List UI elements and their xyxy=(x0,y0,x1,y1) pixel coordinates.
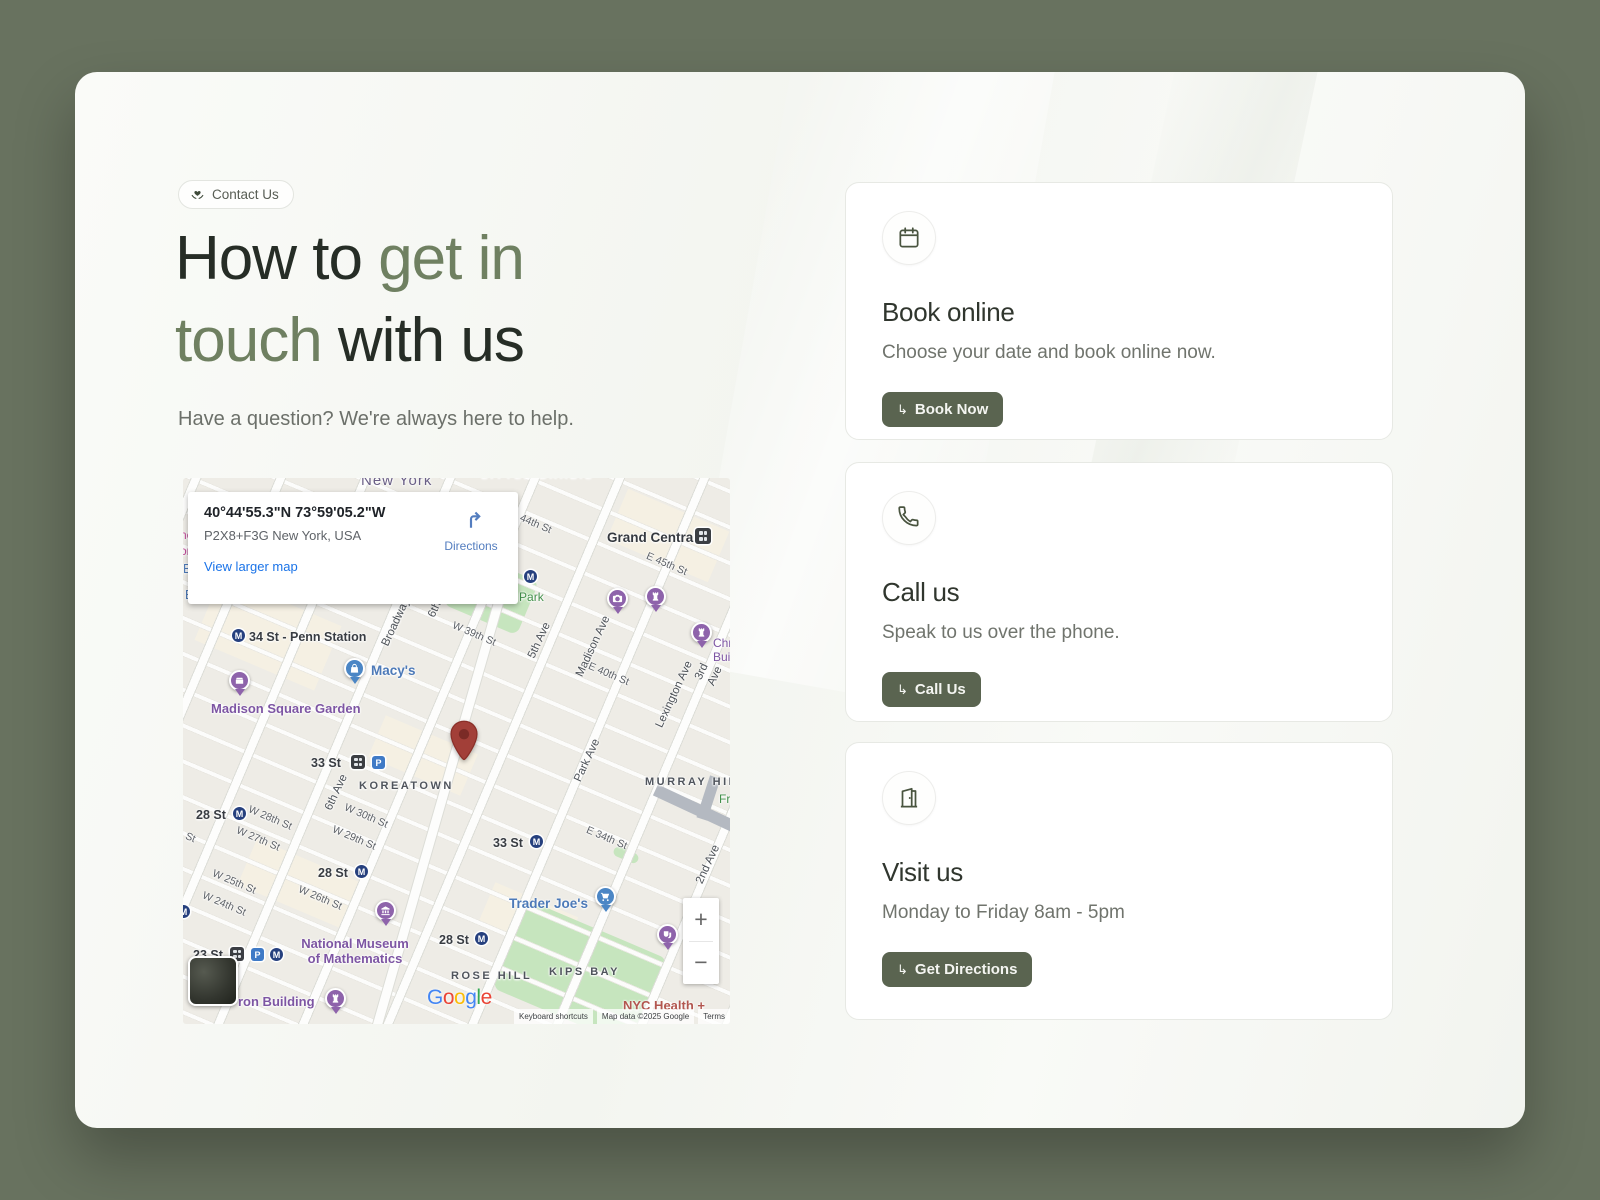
card-title: Visit us xyxy=(882,857,1356,888)
page-subtitle: Have a question? We're always here to he… xyxy=(178,408,574,431)
camera-pin[interactable] xyxy=(607,588,628,609)
google-logo[interactable]: Google xyxy=(427,986,492,1010)
map-label: LITTLE BRAZIL xyxy=(481,478,594,482)
book-online-card: Book online Choose your date and book on… xyxy=(845,182,1393,440)
arrow-icon: ↳ xyxy=(897,402,908,418)
map-label: Fre xyxy=(719,792,730,806)
parking-icon[interactable]: P xyxy=(372,756,385,769)
zoom-out-button[interactable]: − xyxy=(683,942,719,985)
map-label: Trader Joe's xyxy=(509,896,588,912)
map-zoom-control: + − xyxy=(683,898,719,984)
content-panel: Contact Us How to get intouch with us Ha… xyxy=(75,72,1525,1128)
card-body: Speak to us over the phone. xyxy=(882,622,1356,644)
metro-icon[interactable]: M xyxy=(524,570,537,583)
path-icon[interactable] xyxy=(695,528,711,544)
zoom-in-button[interactable]: + xyxy=(683,898,719,941)
keyboard-shortcuts-link[interactable]: Keyboard shortcuts xyxy=(514,1009,593,1024)
tower-pin[interactable] xyxy=(645,586,666,607)
map-label: W 26th St xyxy=(296,883,343,912)
arrow-icon: ↳ xyxy=(897,962,908,978)
contact-us-badge: Contact Us xyxy=(178,180,294,209)
museum-pin[interactable] xyxy=(375,900,396,921)
metro-icon[interactable]: M xyxy=(530,835,543,848)
heart-hands-icon xyxy=(190,187,205,202)
metro-icon[interactable]: M xyxy=(183,905,190,918)
map-label: Broadway xyxy=(380,597,414,649)
arena-pin[interactable] xyxy=(229,670,250,691)
map-label: 34 St - Penn Station xyxy=(249,630,366,645)
map-label: W 27th St xyxy=(234,824,281,853)
path-icon[interactable] xyxy=(351,755,365,769)
map-data-label: Map data ©2025 Google xyxy=(597,1009,694,1024)
directions-button[interactable]: Directions xyxy=(438,505,504,553)
parking-icon[interactable]: P xyxy=(251,948,264,961)
theater-pin[interactable] xyxy=(657,924,678,945)
map-label: Madison Square Garden xyxy=(211,701,361,716)
map-label: W 28th St xyxy=(246,803,293,832)
street-view-thumbnail[interactable] xyxy=(188,956,238,1006)
directions-icon xyxy=(458,505,484,531)
map-label: New York xyxy=(361,478,432,490)
book-now-button[interactable]: ↳Book Now xyxy=(882,392,1003,427)
map-label: W 29th St xyxy=(330,823,377,852)
google-map-embed[interactable]: New YorkLITTLE BRAZILneorBElectronics an… xyxy=(183,478,730,1024)
map-info-card: 40°44'55.3"N 73°59'05.2"W P2X8+F3G New Y… xyxy=(188,492,518,604)
metro-icon[interactable]: M xyxy=(270,948,283,961)
map-label: National Museum of Mathematics xyxy=(291,936,419,967)
visit-us-card: Visit us Monday to Friday 8am - 5pm ↳Get… xyxy=(845,742,1393,1020)
map-label: h St xyxy=(183,827,197,846)
map-label: 44th St xyxy=(518,512,553,536)
cart-pin[interactable] xyxy=(595,886,616,907)
map-label: Grand Central xyxy=(607,530,697,546)
map-label: 28 St xyxy=(196,808,226,823)
tower-pin[interactable] xyxy=(325,988,346,1009)
tower-pin[interactable] xyxy=(691,622,712,643)
map-label: 28 St xyxy=(318,866,348,881)
map-label: E 45th St xyxy=(644,550,689,578)
terms-link[interactable]: Terms xyxy=(698,1009,730,1024)
map-label: 33 St xyxy=(311,756,341,771)
metro-icon[interactable]: M xyxy=(355,865,368,878)
get-directions-button[interactable]: ↳Get Directions xyxy=(882,952,1032,987)
map-label: ROSE HILL xyxy=(451,970,532,983)
map-label: E 34th St xyxy=(584,824,629,852)
map-label: 5th Ave xyxy=(526,621,554,661)
map-label: 2nd Ave xyxy=(694,843,724,886)
door-icon xyxy=(882,771,936,825)
map-label: KOREATOWN xyxy=(359,780,454,793)
map-label: Macy's xyxy=(371,663,416,679)
map-label: W 39th St xyxy=(450,619,497,648)
map-label: Lexington Ave xyxy=(654,659,697,730)
card-body: Choose your date and book online now. xyxy=(882,342,1356,364)
map-label: MURRAY HILL xyxy=(645,776,730,789)
map-label: ron Building xyxy=(238,994,315,1009)
directions-label: Directions xyxy=(438,539,504,553)
map-label: W 30th St xyxy=(342,801,389,830)
metro-icon[interactable]: M xyxy=(232,629,245,642)
map-label: W 25th St xyxy=(210,867,257,896)
map-label: 33 St xyxy=(493,836,523,851)
metro-icon[interactable]: M xyxy=(475,932,488,945)
location-marker[interactable] xyxy=(449,720,479,767)
page-title: How to get intouch with us xyxy=(175,218,735,382)
card-title: Book online xyxy=(882,297,1356,328)
card-title: Call us xyxy=(882,577,1356,608)
map-label: Park Ave xyxy=(572,737,604,784)
call-us-button[interactable]: ↳Call Us xyxy=(882,672,981,707)
map-attribution: Keyboard shortcuts Map data ©2025 Google… xyxy=(514,1009,730,1024)
map-label: 28 St xyxy=(439,933,469,948)
calendar-icon xyxy=(882,211,936,265)
badge-label: Contact Us xyxy=(212,187,279,202)
metro-icon[interactable]: M xyxy=(233,807,246,820)
call-us-card: Call us Speak to us over the phone. ↳Cal… xyxy=(845,462,1393,722)
arrow-icon: ↳ xyxy=(897,682,908,698)
map-label: KIPS BAY xyxy=(549,966,620,979)
bag-pin[interactable] xyxy=(344,658,365,679)
map-label: E 40th St xyxy=(586,660,631,688)
map-label: W 24th St xyxy=(200,889,247,918)
view-larger-map-link[interactable]: View larger map xyxy=(204,559,502,574)
phone-icon xyxy=(882,491,936,545)
card-body: Monday to Friday 8am - 5pm xyxy=(882,902,1356,924)
